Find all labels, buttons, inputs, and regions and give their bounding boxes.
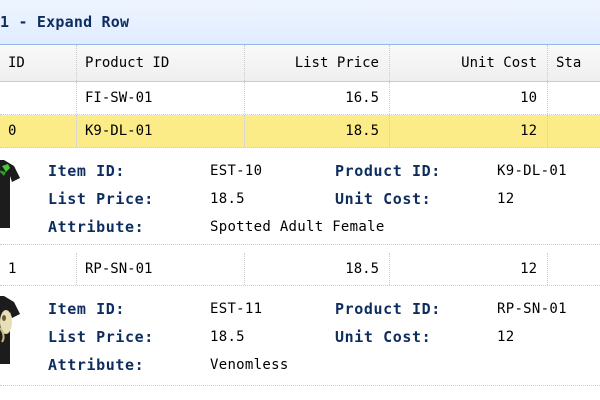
cell-list-price: 18.5 — [245, 115, 390, 147]
table-row[interactable]: 1 RP-SN-01 18.5 12 — [0, 253, 600, 286]
label-item-id: Item ID: — [48, 300, 126, 318]
grid-header: ID Product ID List Price Unit Cost Sta — [0, 45, 600, 82]
cell-unit-cost: 12 — [390, 253, 548, 285]
cell-status — [548, 115, 600, 147]
column-header-product-id[interactable]: Product ID — [77, 45, 245, 81]
column-header-item-id[interactable]: ID — [0, 45, 77, 81]
value-unit-cost: 12 — [497, 329, 515, 345]
label-attribute: Attribute: — [48, 218, 145, 236]
cell-item-id: 0 — [0, 115, 77, 147]
cell-unit-cost: 10 — [390, 82, 548, 114]
value-product-id: RP-SN-01 — [497, 301, 567, 317]
label-unit-cost: Unit Cost: — [335, 328, 432, 346]
cell-product-id: FI-SW-01 — [77, 82, 245, 114]
dog-tshirt-icon — [0, 158, 26, 232]
cell-status — [548, 82, 600, 114]
column-header-unit-cost[interactable]: Unit Cost — [390, 45, 548, 81]
panel-title-bar: 1 - Expand Row — [0, 0, 600, 45]
label-attribute: Attribute: — [48, 356, 145, 374]
value-item-id: EST-11 — [210, 301, 263, 317]
column-header-status[interactable]: Sta — [548, 45, 600, 81]
snake-tshirt-icon — [0, 294, 26, 368]
label-list-price: List Price: — [48, 190, 154, 208]
label-unit-cost: Unit Cost: — [335, 190, 432, 208]
cell-list-price: 16.5 — [245, 82, 390, 114]
cell-list-price: 18.5 — [245, 253, 390, 285]
value-attribute: Venomless — [210, 357, 289, 373]
cell-product-id: K9-DL-01 — [77, 115, 245, 147]
value-attribute: Spotted Adult Female — [210, 219, 385, 235]
cell-item-id: 1 — [0, 253, 77, 285]
table-row[interactable]: FI-SW-01 16.5 10 — [0, 82, 600, 115]
column-header-list-price[interactable]: List Price — [245, 45, 390, 81]
label-product-id: Product ID: — [335, 162, 441, 180]
value-list-price: 18.5 — [210, 191, 245, 207]
row-detail-panel: Item ID: EST-11 Product ID: RP-SN-01 Lis… — [0, 286, 600, 386]
cell-unit-cost: 12 — [390, 115, 548, 147]
label-product-id: Product ID: — [335, 300, 441, 318]
value-item-id: EST-10 — [210, 163, 263, 179]
label-list-price: List Price: — [48, 328, 154, 346]
cell-status — [548, 253, 600, 285]
row-detail-panel: Item ID: EST-10 Product ID: K9-DL-01 Lis… — [0, 148, 600, 245]
cell-item-id — [0, 82, 77, 114]
value-list-price: 18.5 — [210, 329, 245, 345]
table-row-selected[interactable]: 0 K9-DL-01 18.5 12 — [0, 115, 600, 148]
label-item-id: Item ID: — [48, 162, 126, 180]
value-product-id: K9-DL-01 — [497, 163, 567, 179]
value-unit-cost: 12 — [497, 191, 515, 207]
panel-title: 1 - Expand Row — [0, 13, 130, 31]
cell-product-id: RP-SN-01 — [77, 253, 245, 285]
